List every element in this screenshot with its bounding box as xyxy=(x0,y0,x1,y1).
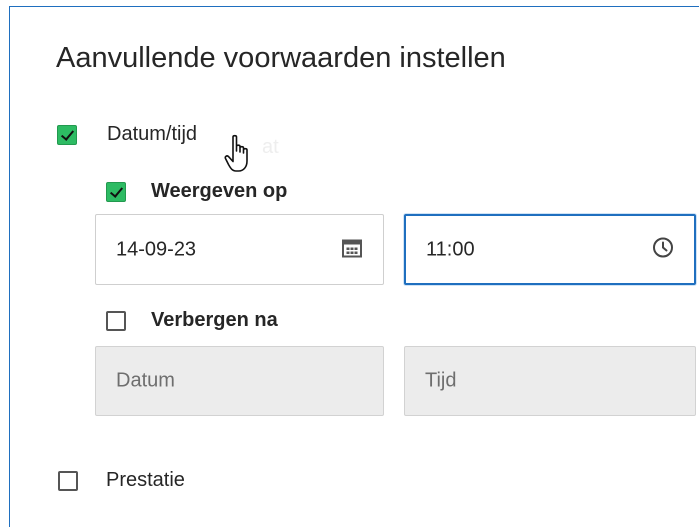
show-on-time-value: 11:00 xyxy=(426,238,475,260)
clock-icon[interactable] xyxy=(652,236,674,263)
calendar-icon[interactable] xyxy=(341,236,363,263)
ghost-text: at xyxy=(262,136,279,158)
hide-after-time-field[interactable]: Tijd xyxy=(404,346,696,416)
show-on-date-field[interactable]: 14-09-23 xyxy=(95,214,384,285)
show-on-label[interactable]: Weergeven op xyxy=(151,180,287,203)
checkmark-icon xyxy=(109,184,124,198)
panel-title: Aanvullende voorwaarden instellen xyxy=(56,42,506,74)
hide-after-label[interactable]: Verbergen na xyxy=(151,309,278,332)
hide-after-time-placeholder: Tijd xyxy=(425,369,457,392)
hide-after-date-field[interactable]: Datum xyxy=(95,346,384,416)
show-on-checkbox[interactable] xyxy=(106,182,126,202)
show-on-date-value: 14-09-23 xyxy=(116,238,197,260)
performance-label[interactable]: Prestatie xyxy=(106,469,185,492)
performance-checkbox[interactable] xyxy=(58,471,78,491)
hand-pointer-icon xyxy=(224,134,258,181)
date-time-checkbox[interactable] xyxy=(57,125,77,145)
hide-after-checkbox[interactable] xyxy=(106,311,126,331)
checkmark-icon xyxy=(60,127,75,141)
show-on-time-field[interactable]: 11:00 xyxy=(404,214,696,285)
date-time-label[interactable]: Datum/tijd xyxy=(107,123,197,146)
hide-after-date-placeholder: Datum xyxy=(116,369,175,392)
